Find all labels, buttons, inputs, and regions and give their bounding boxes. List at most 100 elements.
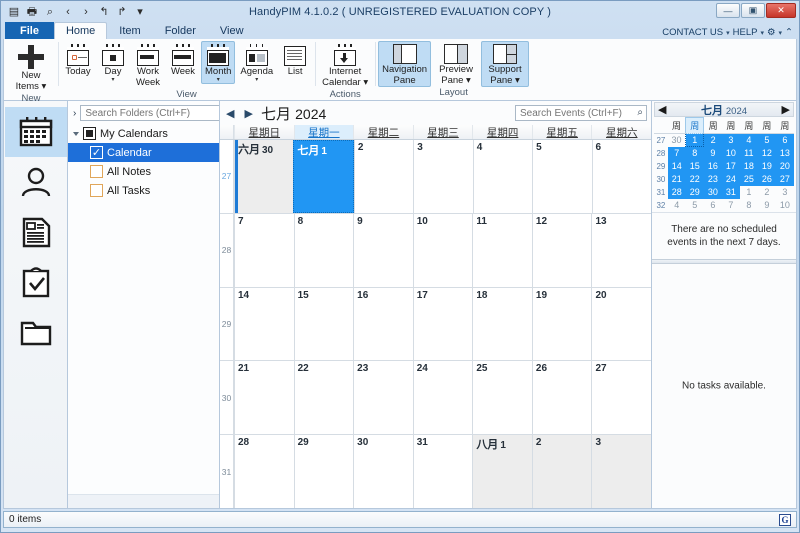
day-cell[interactable]: 25 (472, 361, 532, 435)
day-cell[interactable]: 31 (412, 435, 473, 508)
sidebar-item-notes[interactable] (5, 207, 67, 257)
mini-day[interactable]: 14 (667, 159, 686, 173)
month-view-button[interactable]: Month ▾ (201, 41, 236, 84)
tab-item[interactable]: Item (107, 22, 152, 39)
day-cell[interactable]: 30 (353, 435, 413, 508)
day-cell[interactable]: 21 (234, 361, 294, 435)
day-cell[interactable]: 22 (293, 361, 354, 435)
day-cell[interactable]: 14 (234, 287, 294, 361)
day-cell[interactable]: 20 (591, 287, 652, 361)
chevron-down-icon[interactable] (73, 131, 79, 136)
search-events-input[interactable] (515, 105, 647, 121)
day-cell[interactable]: 26 (531, 361, 592, 435)
mini-day[interactable]: 11 (739, 146, 758, 160)
checkbox-all-tasks[interactable] (90, 184, 103, 197)
day-cell[interactable]: 10 (412, 213, 473, 287)
day-cell[interactable]: 29 (293, 435, 354, 508)
mini-day[interactable]: 7 (722, 199, 740, 212)
day-cell[interactable]: 16 (353, 287, 413, 361)
folder-item-all-notes[interactable]: All Notes (68, 162, 219, 181)
mini-day[interactable]: 29 (685, 185, 704, 199)
new-items-button[interactable]: New Items ▾ (7, 41, 55, 93)
gear-icon[interactable]: ⚙ (767, 27, 776, 38)
help-link[interactable]: HELP (733, 27, 758, 38)
mini-day[interactable]: 8 (685, 146, 704, 160)
previous-month-button[interactable]: ◀ (224, 107, 236, 120)
mini-week-number[interactable]: 30 (654, 173, 668, 186)
mini-day[interactable]: 24 (721, 172, 740, 186)
tab-home[interactable]: Home (53, 22, 108, 39)
day-cell[interactable]: 5 (532, 140, 592, 213)
day-cell[interactable]: 15 (293, 287, 354, 361)
mini-day[interactable]: 19 (757, 159, 776, 173)
mini-week-number[interactable]: 29 (654, 160, 668, 173)
mini-day[interactable]: 27 (775, 172, 794, 186)
day-cell[interactable]: 3 (413, 140, 473, 213)
agenda-view-button[interactable]: Agenda ▾ (236, 41, 277, 84)
day-cell[interactable]: 9 (353, 213, 413, 287)
mini-day[interactable]: 15 (685, 159, 704, 173)
mini-day[interactable]: 30 (668, 134, 686, 147)
tab-view[interactable]: View (208, 22, 256, 39)
today-button[interactable]: Today (61, 41, 95, 78)
mini-next-button[interactable]: ▶ (782, 103, 790, 116)
mini-day[interactable]: 4 (668, 199, 686, 212)
week-number[interactable]: 31 (220, 435, 234, 508)
mini-day[interactable]: 5 (757, 133, 776, 147)
day-cell[interactable]: 17 (412, 287, 473, 361)
contact-us-link[interactable]: CONTACT US (662, 27, 723, 38)
mini-day[interactable]: 2 (758, 186, 776, 199)
day-cell-selected[interactable]: 七月 1 (293, 140, 354, 213)
mini-day[interactable]: 5 (686, 199, 704, 212)
mini-day[interactable]: 17 (721, 159, 740, 173)
sidebar-item-calendar[interactable] (4, 107, 67, 157)
mini-day[interactable]: 9 (703, 146, 722, 160)
mini-day[interactable]: 21 (667, 172, 686, 186)
collapse-ribbon-icon[interactable]: ⌃ (785, 27, 793, 38)
day-cell[interactable]: 7 (234, 213, 294, 287)
day-cell[interactable]: 六月 30 (234, 140, 294, 213)
day-cell[interactable]: 3 (591, 435, 652, 508)
day-cell[interactable]: 18 (472, 287, 532, 361)
search-folders-input[interactable] (80, 105, 223, 121)
mini-week-number[interactable]: 27 (654, 134, 668, 147)
app-logo-icon[interactable]: G (779, 513, 791, 526)
day-cell[interactable]: 2 (353, 140, 414, 213)
day-cell[interactable]: 8 (293, 213, 354, 287)
week-view-button[interactable]: Week (166, 41, 200, 78)
week-number[interactable]: 29 (220, 287, 234, 361)
mini-prev-button[interactable]: ◀ (658, 103, 666, 116)
mini-day[interactable]: 6 (775, 133, 794, 147)
mini-week-number[interactable]: 31 (654, 186, 668, 199)
mini-day[interactable]: 26 (757, 172, 776, 186)
navigation-pane-button[interactable]: Navigation Pane (378, 41, 432, 87)
mini-day[interactable]: 8 (740, 199, 758, 212)
internet-calendar-button[interactable]: Internet Calendar ▾ (318, 41, 372, 89)
folder-item-all-tasks[interactable]: All Tasks (68, 181, 219, 200)
day-cell[interactable]: 11 (472, 213, 532, 287)
mini-day[interactable]: 28 (667, 185, 686, 199)
mini-day[interactable]: 1 (685, 133, 705, 147)
tab-folder[interactable]: Folder (153, 22, 208, 39)
mini-day[interactable]: 30 (703, 185, 722, 199)
day-cell[interactable]: 27 (591, 361, 652, 435)
sidebar-item-tasks[interactable] (5, 257, 67, 307)
sidebar-item-folders[interactable] (5, 307, 67, 357)
tab-file[interactable]: File (5, 22, 54, 39)
checkbox-calendar[interactable]: ✓ (90, 146, 103, 159)
mini-day[interactable]: 12 (757, 146, 776, 160)
day-cell[interactable]: 6 (591, 140, 651, 213)
week-number[interactable]: 30 (220, 361, 234, 435)
mini-day[interactable]: 18 (739, 159, 758, 173)
day-cell[interactable]: 13 (591, 213, 652, 287)
day-cell[interactable]: 八月 1 (472, 435, 532, 508)
mini-day[interactable]: 25 (739, 172, 758, 186)
day-cell[interactable]: 23 (353, 361, 413, 435)
chevron-down-icon[interactable]: ▾ (217, 77, 220, 83)
mini-day[interactable]: 13 (775, 146, 794, 160)
folder-item-calendar[interactable]: ✓ Calendar (68, 143, 219, 162)
mini-day[interactable]: 3 (776, 186, 794, 199)
mini-day[interactable]: 10 (776, 199, 794, 212)
preview-pane-button[interactable]: Preview Pane ▾ (432, 41, 480, 87)
sidebar-item-contacts[interactable] (5, 157, 67, 207)
